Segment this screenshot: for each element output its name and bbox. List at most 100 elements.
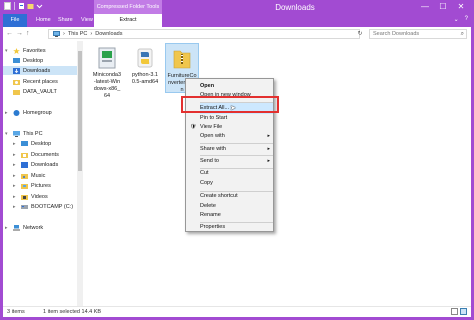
nav-fav-downloads[interactable]: Downloads [3,66,83,75]
homegroup-icon [13,109,20,116]
expand-ribbon-icon[interactable]: ⌄ [454,16,459,23]
menu-item-properties[interactable]: Properties [200,222,273,233]
breadcrumb-this-pc[interactable]: This PC [68,31,88,37]
quick-access-toolbar [4,2,43,10]
large-icons-view-icon[interactable] [460,308,467,315]
tab-share[interactable]: Share [58,14,73,27]
file-icon[interactable] [4,2,11,10]
details-view-icon[interactable] [451,308,458,315]
chevron-down-icon[interactable]: ▾ [5,131,10,137]
new-folder-icon[interactable] [27,2,34,10]
nav-label: DATA_VAULT [23,88,57,95]
breadcrumb-separator: › [90,31,93,37]
menu-item-label: Send to [200,158,219,164]
minimize-button[interactable]: — [416,1,434,13]
title-bar: Compressed Folder Tools Downloads — ☐ ✕ [0,0,474,14]
close-button[interactable]: ✕ [452,1,470,13]
search-placeholder: Search Downloads [373,31,420,37]
ribbon-tabs: File Home Share View Extract ⌄ ? [0,14,474,27]
nav-pc-bootcamp[interactable]: ▸ BOOTCAMP (C:) [13,202,73,211]
chevron-right-icon[interactable]: ▸ [5,110,10,116]
pc-icon [13,130,20,137]
submenu-arrow-icon: ▸ [267,133,270,139]
nav-homegroup[interactable]: ▸ Homegroup [5,108,52,117]
chevron-down-icon[interactable] [36,2,43,10]
file-item-miniconda[interactable]: Miniconda3 -latest-Win dows-x86_ 64 [90,43,124,100]
address-row: ← → ↑ › This PC › Downloads ↻ Search Dow… [3,27,471,41]
breadcrumb-downloads[interactable]: Downloads [95,31,122,37]
menu-item-open-with[interactable]: Open with ▸ [200,131,273,142]
menu-item-send-to[interactable]: Send to ▸ [200,156,273,167]
menu-item-label: Open with [200,133,225,139]
desktop-icon [21,140,28,146]
chevron-down-icon[interactable]: ▾ [5,48,10,54]
star-icon [13,47,20,54]
menu-item-rename[interactable]: Rename [200,210,273,221]
nav-label: This PC [23,130,43,137]
nav-scrollbar[interactable] [77,41,83,306]
breadcrumb-separator: › [63,31,65,37]
downloads-icon [13,67,20,74]
nav-label: BOOTCAMP (C:) [31,203,74,210]
file-label-line: 64 [103,93,111,99]
nav-pc-music[interactable]: ▸ Music [13,171,45,180]
nav-pc-pictures[interactable]: ▸ Pictures [13,181,51,190]
scrollbar-thumb[interactable] [78,51,82,171]
chevron-right-icon[interactable]: ▸ [13,141,18,147]
folder-icon [13,89,20,95]
nav-label: Recent places [23,78,58,85]
nav-fav-recent[interactable]: Recent places [13,77,58,86]
ribbon-controls: ⌄ ? [454,16,468,23]
nav-network[interactable]: ▸ Network [5,223,43,232]
nav-pc-videos[interactable]: ▸ Videos [13,192,48,201]
zip-folder-icon [173,50,191,69]
separator [14,2,15,10]
nav-fav-data-vault[interactable]: DATA_VAULT [13,87,57,96]
file-label-line: Miniconda3 [92,72,122,78]
up-button[interactable]: ↑ [26,30,30,37]
tab-view[interactable]: View [81,14,93,27]
videos-icon [21,194,28,200]
chevron-right-icon[interactable]: ▸ [13,183,18,189]
nav-pc-downloads[interactable]: ▸ Downloads [13,160,58,169]
tab-home[interactable]: Home [36,14,51,27]
nav-pc-documents[interactable]: ▸ Documents [13,150,59,159]
address-bar[interactable]: › This PC › Downloads [48,29,360,39]
file-label-line: 0.5-amd64 [131,79,159,85]
maximize-button[interactable]: ☐ [434,1,452,13]
chevron-right-icon[interactable]: ▸ [13,173,18,179]
shield-icon: 🛡 [190,124,197,130]
chevron-right-icon[interactable]: ▸ [13,162,18,168]
window-controls: — ☐ ✕ [416,1,470,13]
refresh-button[interactable]: ↻ [355,29,365,39]
search-icon[interactable]: ⌕ [461,30,464,38]
music-icon [21,173,28,179]
nav-favorites[interactable]: ▾ Favorites [5,46,46,55]
nav-pc-desktop[interactable]: ▸ Desktop [13,139,51,148]
nav-this-pc[interactable]: ▾ This PC [5,129,43,138]
properties-icon[interactable] [18,2,25,10]
menu-item-share-with[interactable]: Share with ▸ [200,144,273,155]
chevron-right-icon[interactable]: ▸ [13,204,18,210]
chevron-right-icon[interactable]: ▸ [13,152,18,158]
nav-label: Desktop [31,140,52,147]
tab-extract[interactable]: Extract [94,14,162,27]
search-input[interactable]: Search Downloads ⌕ [369,29,467,39]
tab-file[interactable]: File [3,14,27,27]
desktop-icon [13,57,20,63]
nav-label: Downloads [31,161,59,168]
nav-label: Music [31,172,46,179]
chevron-right-icon[interactable]: ▸ [13,194,18,200]
menu-item-copy[interactable]: Copy [200,178,273,189]
forward-button[interactable]: → [16,30,23,37]
nav-label: Videos [31,193,48,200]
help-icon[interactable]: ? [465,16,468,23]
nav-label: Documents [31,151,59,158]
pc-icon [53,31,60,37]
chevron-right-icon[interactable]: ▸ [5,225,10,231]
back-button[interactable]: ← [6,30,13,37]
file-item-python[interactable]: python-3.1 0.5-amd64 [128,43,162,86]
submenu-arrow-icon: ▸ [267,146,270,152]
installer-icon [98,47,116,69]
nav-fav-desktop[interactable]: Desktop [13,56,43,65]
